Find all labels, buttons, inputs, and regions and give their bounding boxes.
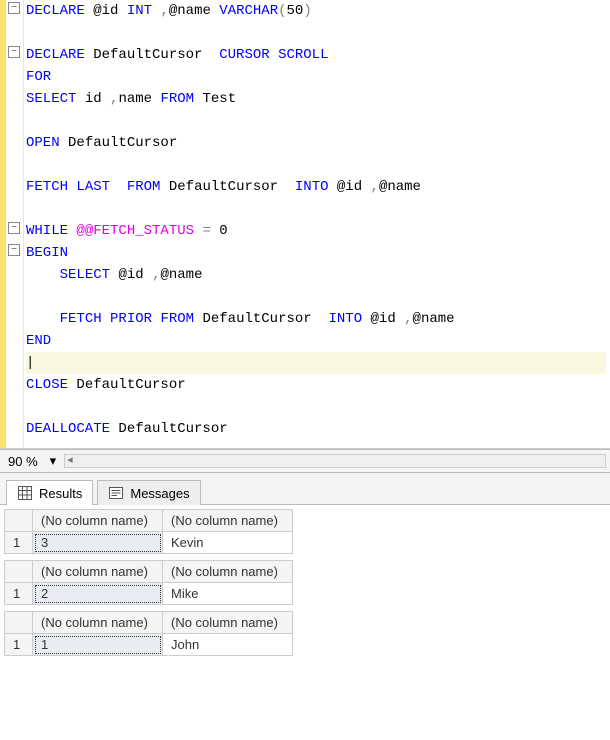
zoom-value: 90 % bbox=[4, 454, 42, 469]
sql-editor: − − − − DECLARE @id INT ,@name VARCHAR(5… bbox=[0, 0, 610, 449]
size: 50 bbox=[287, 3, 304, 19]
kw-fetch: FETCH bbox=[26, 179, 68, 195]
kw-open: OPEN bbox=[26, 135, 60, 151]
kw-last: LAST bbox=[76, 179, 110, 195]
sys-fetchstatus: @@FETCH_STATUS bbox=[76, 223, 194, 239]
op-eq: = bbox=[202, 223, 210, 239]
results-tabbar: Results Messages bbox=[0, 473, 610, 505]
kw-fetch: FETCH bbox=[60, 311, 102, 327]
cursor-name: DefaultCursor bbox=[76, 377, 185, 393]
table-row: 1 2 Mike bbox=[5, 583, 293, 605]
fold-toggle[interactable]: − bbox=[8, 244, 20, 256]
type-varchar: VARCHAR bbox=[219, 3, 278, 19]
column-header[interactable]: (No column name) bbox=[33, 510, 163, 532]
paren: ( bbox=[278, 3, 286, 19]
fold-toggle[interactable]: − bbox=[8, 46, 20, 58]
zoom-dropdown[interactable]: ▾ bbox=[50, 453, 57, 469]
cursor-name: DefaultCursor bbox=[68, 135, 177, 151]
comma: , bbox=[404, 311, 412, 327]
var-name: @name bbox=[379, 179, 421, 195]
var-name: @name bbox=[169, 3, 211, 19]
kw-while: WHILE bbox=[26, 223, 68, 239]
kw-end: END bbox=[26, 333, 51, 349]
tab-messages[interactable]: Messages bbox=[97, 480, 200, 505]
results-pane: (No column name) (No column name) 1 3 Ke… bbox=[0, 505, 610, 672]
tab-results-label: Results bbox=[39, 486, 82, 501]
fold-gutter: − − − − bbox=[6, 0, 24, 448]
cell[interactable]: 3 bbox=[33, 532, 163, 554]
col-name: name bbox=[118, 91, 152, 107]
var-name: @name bbox=[160, 267, 202, 283]
kw-from: FROM bbox=[160, 311, 194, 327]
grid-corner[interactable] bbox=[5, 510, 33, 532]
col-id: id bbox=[85, 91, 102, 107]
row-number[interactable]: 1 bbox=[5, 532, 33, 554]
tab-results[interactable]: Results bbox=[6, 480, 93, 505]
table-row: 1 1 John bbox=[5, 634, 293, 656]
grid-corner[interactable] bbox=[5, 561, 33, 583]
zoom-bar: 90 % ▾ bbox=[0, 449, 610, 473]
kw-from: FROM bbox=[127, 179, 161, 195]
result-grid: (No column name) (No column name) 1 1 Jo… bbox=[4, 611, 610, 656]
cursor-name: DefaultCursor bbox=[169, 179, 278, 195]
comma: , bbox=[160, 3, 168, 19]
row-number[interactable]: 1 bbox=[5, 583, 33, 605]
table-row: 1 3 Kevin bbox=[5, 532, 293, 554]
comma: , bbox=[371, 179, 379, 195]
kw-prior: PRIOR bbox=[110, 311, 152, 327]
table-test: Test bbox=[202, 91, 236, 107]
grid-icon bbox=[17, 485, 33, 501]
fold-toggle[interactable]: − bbox=[8, 222, 20, 234]
kw-into: INTO bbox=[329, 311, 363, 327]
kw-into: INTO bbox=[295, 179, 329, 195]
grid-corner[interactable] bbox=[5, 612, 33, 634]
var-name: @name bbox=[413, 311, 455, 327]
var-id: @id bbox=[337, 179, 362, 195]
kw-close: CLOSE bbox=[26, 377, 68, 393]
type-int: INT bbox=[127, 3, 152, 19]
horizontal-scrollbar[interactable] bbox=[64, 454, 606, 468]
column-header[interactable]: (No column name) bbox=[163, 612, 293, 634]
result-grid: (No column name) (No column name) 1 2 Mi… bbox=[4, 560, 610, 605]
cell[interactable]: 2 bbox=[33, 583, 163, 605]
cell[interactable]: Kevin bbox=[163, 532, 293, 554]
literal-zero: 0 bbox=[219, 223, 227, 239]
kw-begin: BEGIN bbox=[26, 245, 68, 261]
var-id: @id bbox=[93, 3, 118, 19]
cell[interactable]: Mike bbox=[163, 583, 293, 605]
tab-messages-label: Messages bbox=[130, 486, 189, 501]
column-header[interactable]: (No column name) bbox=[163, 561, 293, 583]
cell[interactable]: 1 bbox=[33, 634, 163, 656]
kw-declare: DECLARE bbox=[26, 47, 85, 63]
cursor-name: DefaultCursor bbox=[93, 47, 202, 63]
var-id: @id bbox=[118, 267, 143, 283]
code-area[interactable]: DECLARE @id INT ,@name VARCHAR(50) DECLA… bbox=[24, 0, 610, 448]
kw-declare: DECLARE bbox=[26, 3, 85, 19]
var-id: @id bbox=[371, 311, 396, 327]
caret-line: | bbox=[26, 352, 606, 374]
row-number[interactable]: 1 bbox=[5, 634, 33, 656]
kw-select: SELECT bbox=[26, 91, 76, 107]
messages-icon bbox=[108, 485, 124, 501]
result-grid: (No column name) (No column name) 1 3 Ke… bbox=[4, 509, 610, 554]
cell[interactable]: John bbox=[163, 634, 293, 656]
cursor-name: DefaultCursor bbox=[118, 421, 227, 437]
kw-from: FROM bbox=[160, 91, 194, 107]
paren: ) bbox=[303, 3, 311, 19]
kw-cursor: CURSOR bbox=[219, 47, 269, 63]
kw-select: SELECT bbox=[60, 267, 110, 283]
cursor-name: DefaultCursor bbox=[202, 311, 311, 327]
kw-scroll: SCROLL bbox=[278, 47, 328, 63]
column-header[interactable]: (No column name) bbox=[33, 612, 163, 634]
kw-deallocate: DEALLOCATE bbox=[26, 421, 110, 437]
fold-toggle[interactable]: − bbox=[8, 2, 20, 14]
column-header[interactable]: (No column name) bbox=[33, 561, 163, 583]
column-header[interactable]: (No column name) bbox=[163, 510, 293, 532]
kw-for: FOR bbox=[26, 69, 51, 85]
